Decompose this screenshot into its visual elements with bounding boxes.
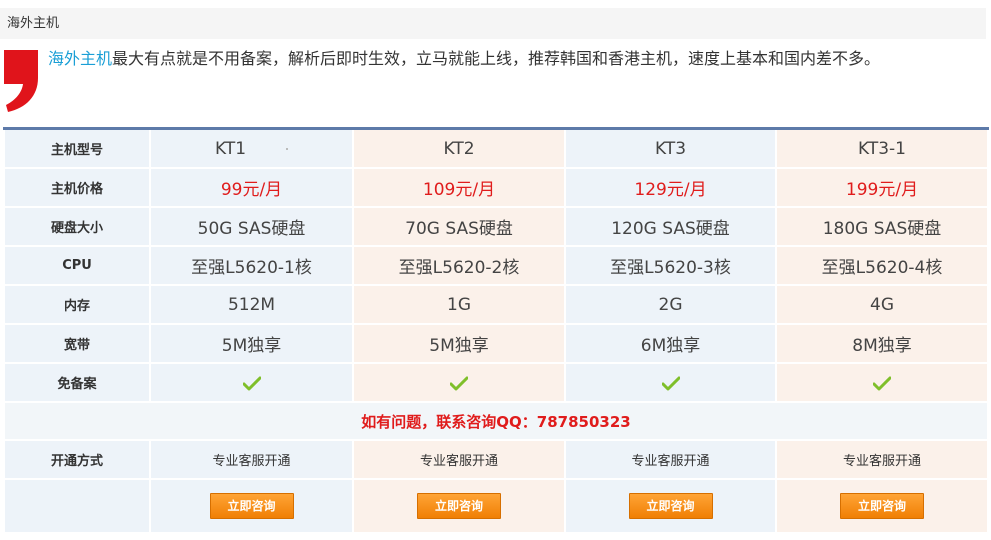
activation-cell-4: 专业客服开通 [775,439,989,480]
price-cell-1: 99元/月 [149,167,354,208]
intro-paragraph: 海外主机最大有点就是不用备案，解析后即时生效，立马就能上线，推荐韩国和香港主机，… [48,44,928,73]
memory-cell-1: 512M [149,284,354,325]
model-cell-3: KT3 [564,127,777,169]
row-label-bandwidth: 宽带 [3,323,151,364]
activation-cell-3: 专业客服开通 [564,439,777,480]
consult-cell-2: 立即咨询 [352,478,566,534]
consult-cell-3: 立即咨询 [564,478,777,534]
row-label-disk: 硬盘大小 [3,206,151,247]
model-cell-2: KT2 [352,127,566,169]
memory-cell-3: 2G [564,284,777,325]
table-row-consult: 立即咨询 立即咨询 立即咨询 立即咨询 [3,478,989,534]
no-filing-cell-3 [564,362,777,403]
row-label-activation: 开通方式 [3,439,151,480]
hosting-plans-table: 主机型号 KT1 KT2 KT3 KT3-1 主机价格 99元/月 109元/月… [3,127,989,534]
section-title: 海外主机 [0,8,986,39]
table-row-bandwidth: 宽带 5M独享 5M独享 6M独享 8M独享 [3,323,989,364]
consult-button-kt1[interactable]: 立即咨询 [209,493,294,519]
price-cell-2: 109元/月 [352,167,566,208]
table-row-disk: 硬盘大小 50G SAS硬盘 70G SAS硬盘 120G SAS硬盘 180G… [3,206,989,247]
activation-cell-2: 专业客服开通 [352,439,566,480]
cpu-cell-2: 至强L5620-2核 [352,245,566,286]
consult-cell-1: 立即咨询 [149,478,354,534]
bandwidth-cell-4: 8M独享 [775,323,989,364]
table-row-model: 主机型号 KT1 KT2 KT3 KT3-1 [3,127,989,169]
bandwidth-cell-3: 6M独享 [564,323,777,364]
memory-cell-2: 1G [352,284,566,325]
table-row-contact: 如有问题，联系咨询QQ：787850323 [3,401,989,441]
quote-mark-icon [4,50,38,112]
check-icon [242,376,261,390]
disk-cell-3: 120G SAS硬盘 [564,206,777,247]
price-cell-3: 129元/月 [564,167,777,208]
consult-button-kt3-1[interactable]: 立即咨询 [840,493,924,519]
consult-cell-4: 立即咨询 [775,478,989,534]
table-row-price: 主机价格 99元/月 109元/月 129元/月 199元/月 [3,167,989,208]
contact-qq-text: 如有问题，联系咨询QQ：787850323 [3,401,989,441]
bandwidth-cell-1: 5M独享 [149,323,354,364]
cpu-cell-4: 至强L5620-4核 [775,245,989,286]
bandwidth-cell-2: 5M独享 [352,323,566,364]
disk-cell-4: 180G SAS硬盘 [775,206,989,247]
model-cell-1: KT1 [149,127,354,169]
row-label-cpu: CPU [3,245,151,286]
price-cell-4: 199元/月 [775,167,989,208]
check-icon [661,376,680,390]
consult-button-kt2[interactable]: 立即咨询 [417,493,501,519]
model-kt1: KT1 [214,138,247,159]
dot-mark [286,147,289,150]
row-label-memory: 内存 [3,284,151,325]
no-filing-cell-4 [775,362,989,403]
row-label-model: 主机型号 [3,127,151,169]
table-row-activation: 开通方式 专业客服开通 专业客服开通 专业客服开通 专业客服开通 [3,439,989,480]
cpu-cell-3: 至强L5620-3核 [564,245,777,286]
consult-button-kt3[interactable]: 立即咨询 [628,493,713,519]
table-row-memory: 内存 512M 1G 2G 4G [3,284,989,325]
activation-cell-1: 专业客服开通 [149,439,354,480]
no-filing-cell-1 [149,362,354,403]
intro-text: 最大有点就是不用备案，解析后即时生效，立马就能上线，推荐韩国和香港主机，速度上基… [112,49,881,68]
table-row-cpu: CPU 至强L5620-1核 至强L5620-2核 至强L5620-3核 至强L… [3,245,989,286]
intro-highlight-link[interactable]: 海外主机 [48,49,112,68]
check-icon [873,376,891,390]
consult-empty-cell [3,478,151,534]
check-icon [450,376,468,390]
row-label-no-filing: 免备案 [3,362,151,403]
memory-cell-4: 4G [775,284,989,325]
disk-cell-2: 70G SAS硬盘 [352,206,566,247]
model-cell-4: KT3-1 [775,127,989,169]
disk-cell-1: 50G SAS硬盘 [149,206,354,247]
table-row-no-filing: 免备案 [3,362,989,403]
row-label-price: 主机价格 [3,167,151,208]
cpu-cell-1: 至强L5620-1核 [149,245,354,286]
no-filing-cell-2 [352,362,566,403]
